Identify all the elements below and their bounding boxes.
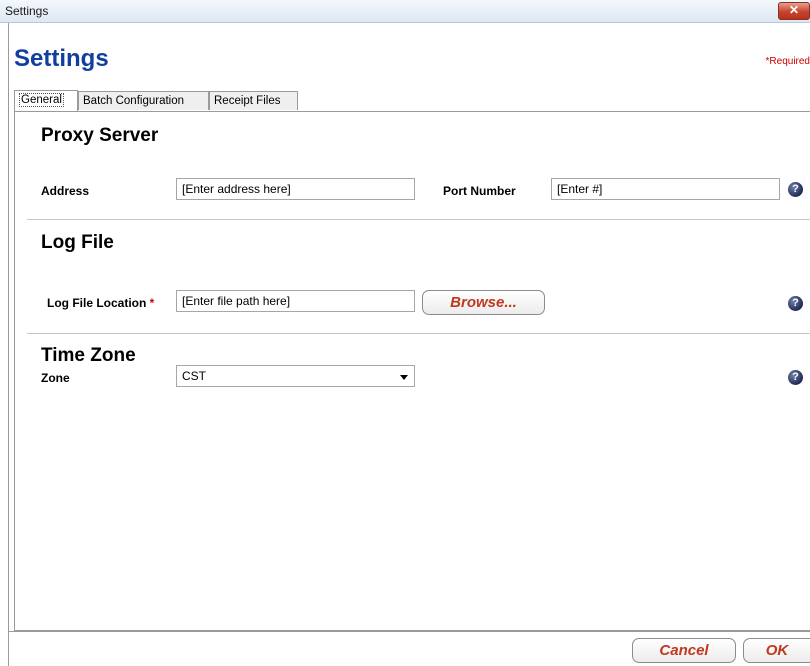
log-file-location-input[interactable]: [Enter file path here] [176, 290, 415, 312]
tab-general[interactable]: General [14, 90, 78, 111]
address-label: Address [41, 184, 90, 198]
footer-divider [8, 631, 810, 632]
title-bar: Settings ✕ [0, 0, 810, 23]
proxy-server-heading: Proxy Server [41, 125, 159, 146]
time-zone-heading: Time Zone [41, 345, 136, 366]
tab-receipt-files[interactable]: Receipt Files [209, 91, 298, 110]
log-file-location-text: Log File Location [47, 296, 147, 310]
close-icon: ✕ [788, 3, 800, 17]
browse-button[interactable]: Browse... [422, 290, 545, 315]
chevron-down-icon [400, 375, 408, 380]
zone-select[interactable]: CST [176, 365, 415, 387]
port-number-placeholder: [Enter #] [557, 182, 603, 196]
ok-button[interactable]: OK [743, 638, 810, 663]
required-note: *Required [765, 56, 810, 67]
address-placeholder: [Enter address here] [182, 182, 291, 196]
log-file-location-placeholder: [Enter file path here] [182, 294, 291, 308]
close-button[interactable]: ✕ [778, 2, 810, 20]
log-file-heading: Log File [41, 232, 114, 253]
port-number-input[interactable]: [Enter #] [551, 178, 780, 200]
tab-general-label: General [19, 93, 64, 107]
proxy-help-icon[interactable]: ? [788, 182, 803, 197]
log-file-help-icon[interactable]: ? [788, 296, 803, 311]
tab-batch-configuration-label: Batch Configuration [83, 95, 185, 107]
left-border [8, 22, 9, 666]
zone-label: Zone [41, 371, 70, 385]
page-title: Settings [14, 45, 109, 72]
section-divider [27, 219, 810, 220]
log-file-location-label: Log File Location * [47, 296, 154, 310]
zone-selected-value: CST [182, 369, 206, 383]
tab-receipt-files-label: Receipt Files [214, 95, 281, 107]
required-asterisk: * [149, 296, 155, 310]
window-title: Settings [5, 4, 49, 18]
section-divider [27, 333, 810, 334]
address-input[interactable]: [Enter address here] [176, 178, 415, 200]
tab-batch-configuration[interactable]: Batch Configuration [78, 91, 209, 110]
cancel-button[interactable]: Cancel [632, 638, 736, 663]
port-number-label: Port Number [443, 184, 516, 198]
time-zone-help-icon[interactable]: ? [788, 370, 803, 385]
